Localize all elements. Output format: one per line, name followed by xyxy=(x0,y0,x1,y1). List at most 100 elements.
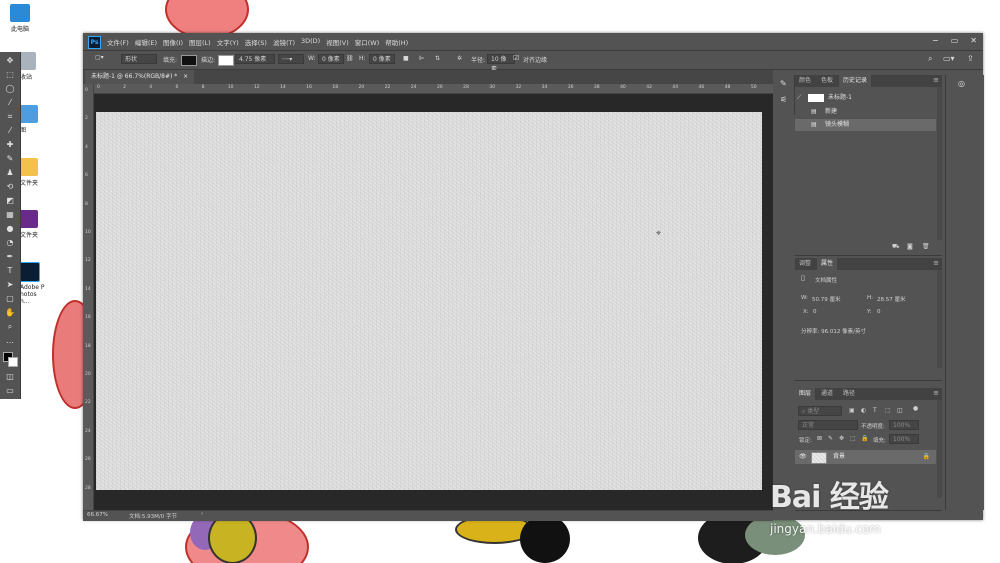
tab-properties[interactable]: 属性 xyxy=(817,258,838,270)
radius-input[interactable]: 10 像素 xyxy=(487,54,515,73)
type-tool-icon[interactable]: T xyxy=(4,265,16,277)
tab-adjustments[interactable]: 调整 xyxy=(795,258,815,270)
tab-color[interactable]: 颜色 xyxy=(795,75,815,87)
maximize-button[interactable]: ▭ xyxy=(951,36,959,45)
zoom-tool-icon[interactable]: ⌕ xyxy=(4,321,16,333)
link-icon[interactable]: ⛓ xyxy=(346,55,354,62)
lock-pixels-icon[interactable]: ✎ xyxy=(828,435,833,442)
gear-icon[interactable]: ✲ xyxy=(457,55,462,62)
menu-filter[interactable]: 滤镜(T) xyxy=(273,37,295,47)
filter-smart-icon[interactable]: ◫ xyxy=(897,407,903,414)
adjust-panel-icon[interactable]: ⚟ xyxy=(780,95,787,104)
filter-shape-icon[interactable]: ⬚ xyxy=(885,407,891,414)
new-document-from-state-icon[interactable]: ⛟ xyxy=(892,243,900,251)
layer-row-background[interactable]: 👁 背景 🔒 xyxy=(795,450,936,464)
move-tool-icon[interactable]: ✥ xyxy=(4,55,16,67)
menu-select[interactable]: 选择(S) xyxy=(245,37,267,47)
menu-window[interactable]: 窗口(W) xyxy=(355,37,380,47)
align-edges-checkbox[interactable]: ☑ xyxy=(513,54,519,62)
quick-mask-icon[interactable]: ◫ xyxy=(4,371,16,383)
trash-icon[interactable]: 🗑 xyxy=(922,243,930,250)
filter-adjustment-icon[interactable]: ◐ xyxy=(861,407,866,414)
menu-edit[interactable]: 编辑(E) xyxy=(135,37,157,47)
tab-channels[interactable]: 通道 xyxy=(817,388,837,400)
menu-file[interactable]: 文件(F) xyxy=(107,37,129,47)
tab-close-icon[interactable]: × xyxy=(183,73,188,80)
brush-panel-icon[interactable]: ✎ xyxy=(780,79,787,88)
document-info[interactable]: 文档:5.93M/0 字节 xyxy=(129,512,177,520)
eye-icon[interactable]: 👁 xyxy=(799,450,807,464)
x-value[interactable]: 0 xyxy=(813,309,817,315)
stroke-type-select[interactable]: ┄┄▾ xyxy=(278,54,304,64)
stroke-size-select[interactable]: 4.75 像素 xyxy=(235,54,275,64)
path-operations-icon[interactable]: ■ xyxy=(403,55,409,62)
lasso-tool-icon[interactable]: ◯ xyxy=(4,83,16,95)
lock-artboard-icon[interactable]: ⬚ xyxy=(850,435,856,442)
close-button[interactable]: ✕ xyxy=(970,36,977,45)
filter-type-icon[interactable]: T xyxy=(873,407,877,414)
healing-brush-tool-icon[interactable]: ✚ xyxy=(4,139,16,151)
path-alignment-icon[interactable]: ⊫ xyxy=(419,55,424,62)
fill-swatch[interactable] xyxy=(181,55,197,66)
share-icon[interactable]: ⇪ xyxy=(967,54,974,63)
menu-3d[interactable]: 3D(D) xyxy=(301,37,320,47)
zoom-level[interactable]: 66.67% xyxy=(87,512,108,518)
stroke-swatch[interactable] xyxy=(218,55,234,66)
menu-type[interactable]: 文字(Y) xyxy=(217,37,239,47)
width-input[interactable]: 0 像素 xyxy=(318,54,344,64)
lock-position-icon[interactable]: ✥ xyxy=(839,435,844,442)
height-input[interactable]: 0 像素 xyxy=(369,54,395,64)
tab-layers[interactable]: 图层 xyxy=(795,388,816,400)
history-state[interactable]: ▤ 新建 xyxy=(795,106,936,118)
lock-all-icon[interactable]: 🔒 xyxy=(861,435,868,442)
width-value[interactable]: 50.79 厘米 xyxy=(812,295,841,303)
background-color-swatch[interactable] xyxy=(8,357,18,367)
panel-menu-icon[interactable]: ≡ xyxy=(933,259,939,267)
rounded-rectangle-tool-icon[interactable]: ▢ xyxy=(4,293,16,305)
more-tools-icon[interactable]: … xyxy=(4,335,16,347)
workspace-icon[interactable]: ▭▾ xyxy=(943,54,955,63)
clone-stamp-tool-icon[interactable]: ♟ xyxy=(4,167,16,179)
rounded-rect-tool-icon[interactable]: ▢▾ xyxy=(95,54,104,61)
crop-tool-icon[interactable]: ⌗ xyxy=(4,111,16,123)
vertical-ruler[interactable]: 0 2 4 6 8 10 12 14 16 18 20 22 24 26 28 xyxy=(83,84,94,510)
brush-tool-icon[interactable]: ✎ xyxy=(4,153,16,165)
libraries-icon[interactable]: ◎ xyxy=(958,79,965,88)
opacity-input[interactable]: 100% xyxy=(889,420,919,430)
camera-icon[interactable]: ◙ xyxy=(907,243,913,250)
path-select-tool-icon[interactable]: ➤ xyxy=(4,279,16,291)
path-arrangement-icon[interactable]: ⇅ xyxy=(435,55,440,62)
minimize-button[interactable]: − xyxy=(932,36,939,45)
panel-menu-icon[interactable]: ≡ xyxy=(933,76,939,84)
blend-mode-select[interactable]: 正常 xyxy=(798,420,858,430)
history-scrollbar[interactable] xyxy=(937,87,942,240)
properties-scrollbar[interactable] xyxy=(937,270,942,368)
blur-tool-icon[interactable]: ● xyxy=(4,223,16,235)
quick-select-tool-icon[interactable]: ⁄ xyxy=(4,97,16,109)
history-snapshot[interactable]: ⟋ 未标题-1 xyxy=(795,92,936,104)
lock-transparency-icon[interactable]: ⊠ xyxy=(817,435,822,442)
horizontal-ruler[interactable]: 0 2 4 6 8 10 12 14 16 18 20 22 24 26 28 30 32 34 36 38 40 42 4… xyxy=(93,84,773,94)
menu-layer[interactable]: 图层(L) xyxy=(189,37,211,47)
menu-image[interactable]: 图像(I) xyxy=(163,37,183,47)
history-state-selected[interactable]: ▤ 镜头模糊 xyxy=(795,119,936,131)
y-value[interactable]: 0 xyxy=(877,309,881,315)
filter-pixel-icon[interactable]: ▣ xyxy=(849,407,855,414)
marquee-tool-icon[interactable]: ⬚ xyxy=(4,69,16,81)
status-menu-arrow-icon[interactable]: › xyxy=(201,511,203,517)
document-tab[interactable]: 未标题-1 @ 66.7%(RGB/8#) * × xyxy=(85,70,195,84)
eyedropper-tool-icon[interactable]: ⁄ xyxy=(4,125,16,137)
pen-tool-icon[interactable]: ✒ xyxy=(4,251,16,263)
history-brush-tool-icon[interactable]: ⟲ xyxy=(4,181,16,193)
eraser-tool-icon[interactable]: ◩ xyxy=(4,195,16,207)
panel-menu-icon[interactable]: ≡ xyxy=(933,389,939,397)
menu-help[interactable]: 帮助(H) xyxy=(385,37,408,47)
hand-tool-icon[interactable]: ✋ xyxy=(4,307,16,319)
fill-input[interactable]: 100% xyxy=(889,434,919,444)
search-icon[interactable]: ⌕ xyxy=(928,54,932,64)
document-canvas[interactable]: ⌖ xyxy=(96,112,762,490)
tool-mode-select[interactable]: 形状 xyxy=(121,54,157,64)
menu-view[interactable]: 视图(V) xyxy=(326,37,349,47)
layer-filter-select[interactable]: ⌕ 类型 xyxy=(798,406,842,416)
tab-history[interactable]: 历史记录 xyxy=(839,75,872,87)
